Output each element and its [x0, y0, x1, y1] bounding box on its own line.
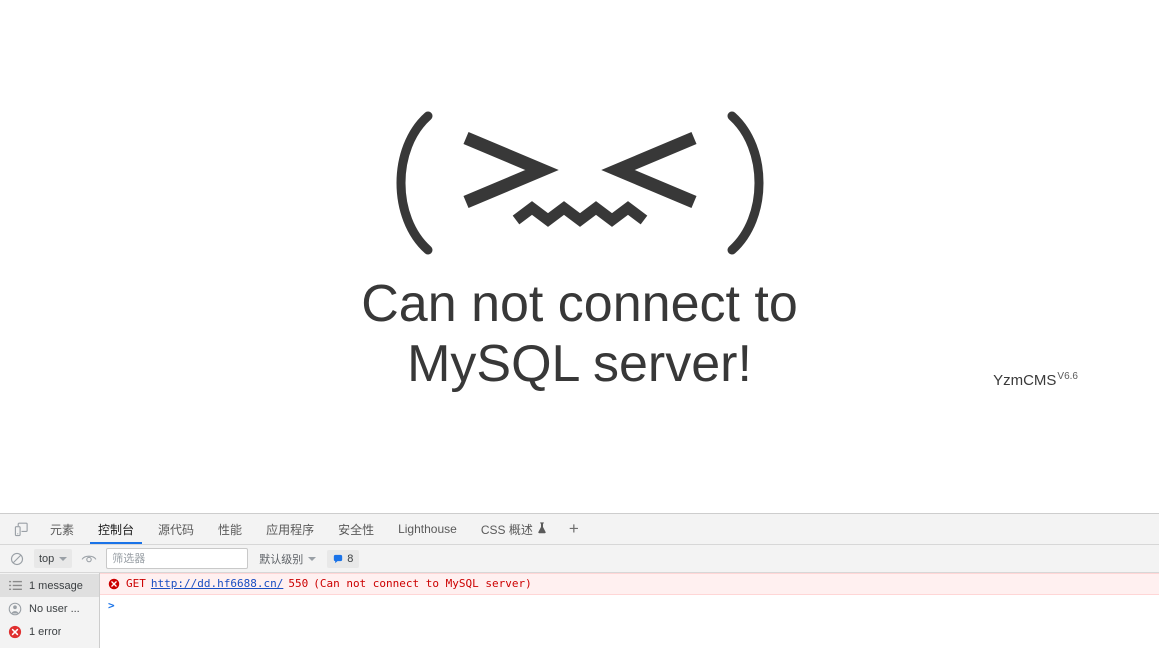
issues-counter-badge[interactable]: 8 [327, 549, 360, 568]
page-viewport: Can not connect to MySQL server! YzmCMSV… [0, 0, 1159, 514]
tab-sources-label: 源代码 [158, 522, 195, 537]
sidebar-item-errors[interactable]: 1 error [0, 620, 99, 643]
tab-console-label: 控制台 [98, 522, 135, 537]
devtools-tabbar: 元素 控制台 源代码 性能 应用程序 安全性 Lighthouse CSS 概述… [0, 514, 1159, 546]
error-circle-icon [108, 578, 121, 590]
sidebar-item-errors-label: 1 error [29, 625, 62, 638]
console-context-value: top [39, 552, 55, 565]
console-level-selector[interactable]: 默认级别 [254, 549, 321, 568]
console-prompt-input[interactable] [121, 599, 1153, 612]
tab-application-label: 应用程序 [266, 522, 315, 537]
cms-version: V6.6 [1057, 371, 1078, 382]
sidebar-item-messages-label: 1 message [29, 579, 83, 592]
add-panel-button[interactable]: + [559, 514, 589, 544]
tab-performance[interactable]: 性能 [206, 514, 254, 544]
console-toolbar: top 默认级别 8 [0, 545, 1159, 574]
console-sidebar: 1 message No user ... 1 error [0, 573, 100, 648]
devtools-panel: 元素 控制台 源代码 性能 应用程序 安全性 Lighthouse CSS 概述… [0, 513, 1159, 648]
console-level-value: 默认级别 [259, 553, 304, 566]
tab-security[interactable]: 安全性 [326, 514, 386, 544]
cms-name: YzmCMS [993, 372, 1057, 389]
chevron-down-icon [59, 556, 68, 561]
console-filter-input[interactable] [106, 548, 249, 570]
tab-console[interactable]: 控制台 [86, 514, 146, 545]
tab-elements-label: 元素 [50, 522, 75, 537]
prompt-chevron-icon: > [108, 599, 115, 613]
sidebar-item-user-messages-label: No user ... [29, 602, 80, 615]
crying-face-kaomoji [370, 108, 790, 258]
console-error-method: GET [126, 577, 146, 591]
console-context-selector[interactable]: top [34, 549, 73, 569]
issues-count: 8 [347, 552, 354, 565]
user-icon [7, 601, 23, 617]
tab-sources[interactable]: 源代码 [146, 514, 206, 544]
sidebar-item-messages[interactable]: 1 message [0, 574, 99, 598]
console-prompt-row[interactable]: > [100, 595, 1159, 617]
sidebar-item-user-messages[interactable]: No user ... [0, 597, 99, 620]
list-icon [7, 578, 23, 594]
clear-console-icon[interactable] [6, 549, 28, 569]
console-message-list: GET http://dd.hf6688.cn/ 550 (Can not co… [100, 573, 1159, 648]
cms-watermark: YzmCMSV6.6 [993, 371, 1078, 389]
tab-elements[interactable]: 元素 [38, 514, 86, 544]
console-error-url[interactable]: http://dd.hf6688.cn/ [151, 577, 283, 591]
console-error-row[interactable]: GET http://dd.hf6688.cn/ 550 (Can not co… [100, 573, 1159, 596]
console-error-detail: (Can not connect to MySQL server) [313, 577, 532, 591]
device-toolbar-icon[interactable] [4, 514, 38, 544]
console-error-status: 550 [288, 577, 309, 591]
tab-css-overview[interactable]: CSS 概述 [469, 514, 559, 544]
browser-window: Can not connect to MySQL server! YzmCMSV… [0, 0, 1159, 648]
error-block: Can not connect to MySQL server! [0, 108, 1159, 394]
chevron-down-icon [308, 556, 317, 561]
tab-lighthouse[interactable]: Lighthouse [386, 514, 469, 544]
experiment-flask-icon [537, 522, 547, 537]
tab-security-label: 安全性 [338, 522, 375, 537]
error-circle-icon [7, 624, 23, 640]
eye-icon[interactable] [78, 549, 100, 569]
tab-lighthouse-label: Lighthouse [398, 522, 457, 537]
tab-css-overview-label: CSS 概述 [480, 522, 533, 537]
error-title: Can not connect to MySQL server! [361, 275, 798, 393]
tab-performance-label: 性能 [218, 522, 243, 537]
issues-bubble-icon [333, 554, 343, 564]
console-body: 1 message No user ... 1 error GET http:/… [0, 573, 1159, 648]
tab-application[interactable]: 应用程序 [254, 514, 326, 544]
